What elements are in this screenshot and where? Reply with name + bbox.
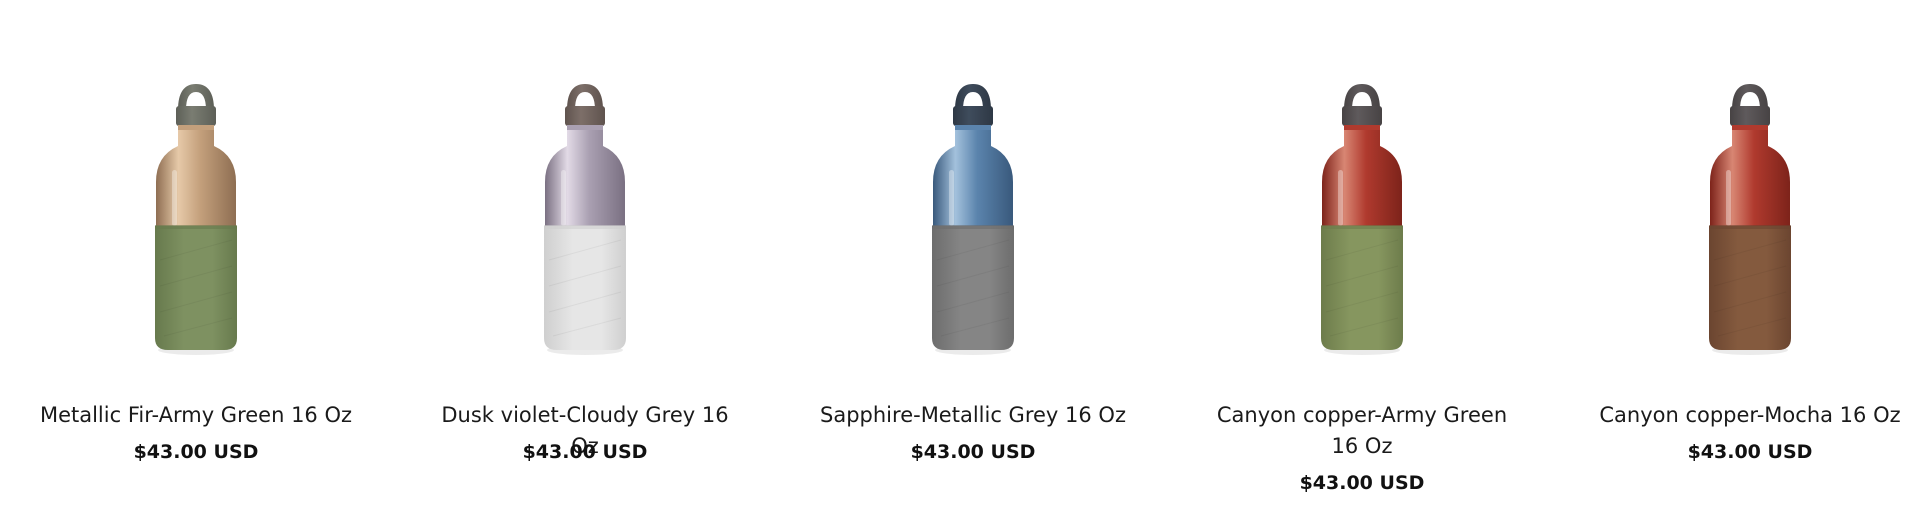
product-card[interactable]: Sapphire-Metallic Grey 16 Oz $43.00 USD (793, 0, 1153, 514)
bottle-illustration (1709, 84, 1791, 355)
product-price: $43.00 USD (910, 441, 1036, 463)
product-image[interactable] (923, 80, 1023, 360)
bottle-body (933, 130, 1013, 230)
bottle-illustration (544, 84, 626, 355)
bottle-highlight (172, 170, 177, 226)
product-grid: Metallic Fir-Army Green 16 Oz $43.00 USD (0, 0, 1920, 514)
sleeve-lip (544, 225, 626, 229)
bottle-body (545, 130, 625, 230)
bottle-sleeve (1321, 226, 1403, 350)
bottle-sleeve (544, 226, 626, 350)
product-title[interactable]: Canyon copper-Army Green 16 Oz (1182, 400, 1542, 462)
product-title[interactable]: Canyon copper-Mocha 16 Oz (1570, 400, 1920, 431)
bottle-body (1710, 130, 1790, 230)
product-image[interactable] (146, 80, 246, 360)
bottle-illustration (155, 84, 237, 355)
bottle-illustration (932, 84, 1014, 355)
bottle-highlight (1726, 170, 1731, 226)
product-card[interactable]: Dusk violet-Cloudy Grey 16 Oz $43.00 USD (405, 0, 765, 514)
product-title[interactable]: Metallic Fir-Army Green 16 Oz (16, 400, 376, 431)
sleeve-lip (1709, 225, 1791, 229)
sleeve-lip (155, 225, 237, 229)
cap (1342, 106, 1382, 126)
product-price: $43.00 USD (1687, 441, 1813, 463)
product-card[interactable]: Canyon copper-Army Green 16 Oz $43.00 US… (1182, 0, 1542, 514)
bottle-illustration (1321, 84, 1403, 355)
sleeve-lip (932, 225, 1014, 229)
bottle-highlight (561, 170, 566, 226)
bottle-body (156, 130, 236, 230)
cap (953, 106, 993, 126)
cap (176, 106, 216, 126)
bottle-highlight (1338, 170, 1343, 226)
product-image[interactable] (1312, 80, 1412, 360)
product-image[interactable] (535, 80, 635, 360)
cap (1730, 106, 1770, 126)
cap (565, 106, 605, 126)
bottle-sleeve (932, 226, 1014, 350)
product-card[interactable]: Canyon copper-Mocha 16 Oz $43.00 USD (1570, 0, 1920, 514)
product-card[interactable]: Metallic Fir-Army Green 16 Oz $43.00 USD (16, 0, 376, 514)
bottle-sleeve (1709, 226, 1791, 350)
product-price: $43.00 USD (522, 441, 648, 463)
product-image[interactable] (1700, 80, 1800, 360)
bottle-highlight (949, 170, 954, 226)
product-price: $43.00 USD (133, 441, 259, 463)
product-title[interactable]: Sapphire-Metallic Grey 16 Oz (793, 400, 1153, 431)
bottle-body (1322, 130, 1402, 230)
product-price: $43.00 USD (1299, 472, 1425, 494)
sleeve-lip (1321, 225, 1403, 229)
bottle-sleeve (155, 226, 237, 350)
